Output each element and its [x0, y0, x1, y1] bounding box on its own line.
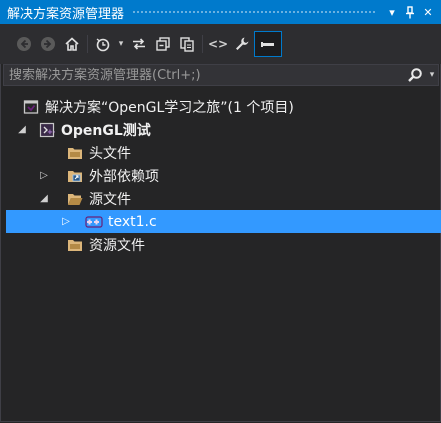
tree-item-label: 源文件	[89, 191, 131, 208]
folder-icon	[66, 144, 84, 162]
copy-pages-icon	[180, 37, 194, 52]
svg-text:++: ++	[47, 128, 55, 136]
pending-changes-filter-dropdown[interactable]: ▾	[115, 31, 127, 57]
expanded-arrow-icon[interactable]: ◢	[37, 187, 51, 210]
search-button[interactable]	[404, 65, 426, 85]
tree-row-text1-c[interactable]: ▷ text1.c	[6, 210, 441, 233]
search-box: ▾	[3, 64, 439, 86]
search-input[interactable]	[4, 64, 404, 86]
tree-item-label: OpenGL测试	[61, 122, 151, 139]
tree-item-label: 头文件	[89, 145, 131, 162]
forward-arrow-icon	[41, 37, 55, 51]
tree-item-label: text1.c	[108, 213, 157, 230]
c-file-icon	[85, 213, 103, 231]
close-panel-button[interactable]: ✕	[419, 0, 437, 24]
tree-item-label: 资源文件	[89, 237, 145, 254]
clock-icon	[96, 38, 110, 52]
folder-icon	[66, 236, 84, 254]
tree-item-label: 解决方案“OpenGL学习之旅”(1 个项目)	[45, 99, 294, 116]
toolbar-separator	[202, 35, 203, 53]
solution-tree: 解决方案“OpenGL学习之旅”(1 个项目) ◢ ++ OpenGL测试 头文…	[0, 95, 441, 256]
cpp-project-icon: ++	[38, 121, 56, 139]
sync-arrows-icon	[133, 38, 145, 50]
preview-pane-icon	[261, 42, 274, 47]
external-dependencies-icon	[66, 167, 84, 185]
auto-hide-pin-button[interactable]	[401, 0, 419, 24]
collapsed-arrow-icon[interactable]: ▷	[37, 164, 51, 187]
tree-row-resource-files[interactable]: 资源文件	[0, 233, 441, 256]
collapse-all-icon	[156, 37, 170, 51]
tree-row-source-files[interactable]: ◢ 源文件	[0, 187, 441, 210]
title-grip[interactable]	[132, 9, 375, 15]
panel-title-bar[interactable]: 解决方案资源管理器 ▾ ✕	[0, 0, 441, 24]
back-button[interactable]	[12, 31, 36, 57]
sync-with-active-document-button[interactable]	[127, 31, 151, 57]
show-all-files-button[interactable]	[175, 31, 199, 57]
tree-row-project[interactable]: ◢ ++ OpenGL测试	[0, 118, 441, 141]
forward-button[interactable]	[36, 31, 60, 57]
search-options-dropdown[interactable]: ▾	[426, 70, 438, 80]
tree-row-external-dependencies[interactable]: ▷ 外部依赖项	[0, 164, 441, 187]
preview-selected-items-button[interactable]	[254, 31, 282, 57]
folder-open-icon	[66, 190, 84, 208]
collapse-all-button[interactable]	[151, 31, 175, 57]
expanded-arrow-icon[interactable]: ◢	[15, 118, 29, 141]
solution-icon	[22, 98, 40, 116]
search-icon	[408, 68, 422, 82]
pending-changes-filter-button[interactable]	[91, 31, 115, 57]
home-icon	[65, 37, 79, 51]
solution-explorer-toolbar: ▾ <>	[0, 24, 441, 64]
wrench-icon	[236, 37, 249, 50]
panel-title: 解决方案资源管理器	[7, 6, 125, 22]
tree-row-header-files[interactable]: 头文件	[0, 141, 441, 164]
collapsed-arrow-icon[interactable]: ▷	[59, 210, 73, 233]
toolbar-separator	[87, 35, 88, 53]
home-button[interactable]	[60, 31, 84, 57]
pin-icon	[406, 5, 414, 18]
window-position-dropdown-button[interactable]: ▾	[383, 0, 401, 24]
view-code-button[interactable]: <>	[206, 31, 230, 57]
tree-row-solution[interactable]: 解决方案“OpenGL学习之旅”(1 个项目)	[0, 95, 441, 118]
tree-item-label: 外部依赖项	[89, 168, 159, 185]
back-arrow-icon	[17, 37, 31, 51]
properties-button[interactable]	[230, 31, 254, 57]
